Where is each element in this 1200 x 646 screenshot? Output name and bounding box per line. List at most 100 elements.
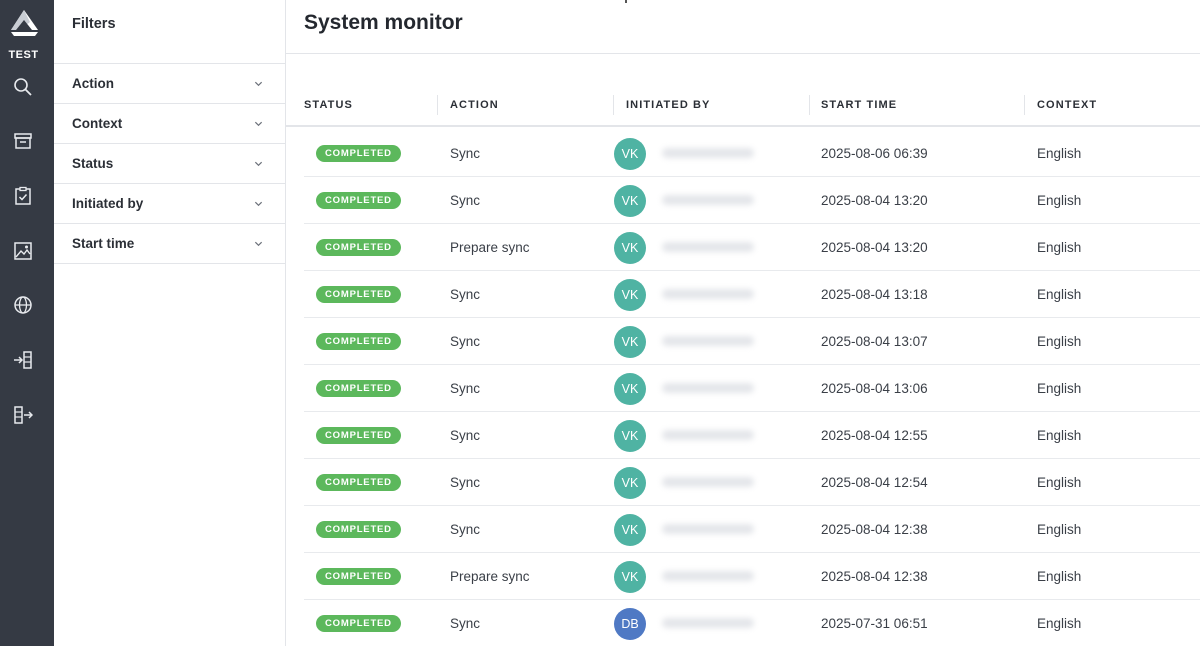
action-cell: Sync	[450, 428, 481, 443]
action-cell: Sync	[450, 616, 481, 631]
status-badge: COMPLETED	[316, 333, 401, 350]
redacted-user-name	[662, 289, 754, 299]
column-header-start-time[interactable]: START TIME	[821, 82, 897, 127]
start-time-cell: 2025-08-04 12:38	[821, 522, 928, 537]
column-header-initiated-by[interactable]: INITIATED BY	[626, 82, 711, 127]
action-cell: Sync	[450, 334, 481, 349]
context-cell: English	[1037, 287, 1082, 302]
filter-label: Context	[72, 116, 123, 131]
redacted-user-name	[662, 148, 754, 158]
column-divider	[1024, 95, 1025, 115]
column-divider	[809, 95, 810, 115]
export-icon[interactable]	[10, 402, 36, 428]
column-header-action[interactable]: ACTION	[450, 82, 499, 127]
redacted-user-name	[662, 618, 754, 628]
avatar: VK	[614, 185, 646, 217]
avatar: VK	[614, 561, 646, 593]
status-badge: COMPLETED	[316, 380, 401, 397]
context-cell: English	[1037, 193, 1082, 208]
status-badge: COMPLETED	[316, 474, 401, 491]
redacted-user-name	[662, 336, 754, 346]
status-badge: COMPLETED	[316, 239, 401, 256]
globe-icon[interactable]	[10, 292, 36, 318]
redacted-user-name	[662, 524, 754, 534]
status-badge: COMPLETED	[316, 521, 401, 538]
status-badge: COMPLETED	[316, 568, 401, 585]
chevron-down-icon	[254, 201, 263, 207]
avatar: VK	[614, 232, 646, 264]
context-cell: English	[1037, 522, 1082, 537]
table-row[interactable]: COMPLETED Prepare sync VK 2025-08-04 12:38 E…	[304, 553, 1200, 600]
avatar: VK	[614, 279, 646, 311]
table-row[interactable]: COMPLETED Sync VK 2025-08-04 13:20 English	[304, 177, 1200, 224]
import-icon[interactable]	[10, 347, 36, 373]
filter-label: Action	[72, 76, 114, 91]
main-content: System monitor STATUS ACTION INITIATED B…	[286, 0, 1200, 646]
action-cell: Sync	[450, 475, 481, 490]
logo-text: TEST	[8, 49, 39, 61]
logo-icon	[11, 10, 38, 36]
redacted-user-name	[662, 383, 754, 393]
column-header-status[interactable]: STATUS	[304, 82, 353, 127]
chevron-down-icon	[254, 241, 263, 247]
context-cell: English	[1037, 146, 1082, 161]
table-row[interactable]: COMPLETED Sync DB 2025-07-31 06:51 English	[304, 600, 1200, 646]
page-title: System monitor	[304, 11, 463, 34]
avatar: VK	[614, 326, 646, 358]
start-time-cell: 2025-08-04 12:54	[821, 475, 928, 490]
filter-context[interactable]: Context	[54, 104, 285, 144]
action-cell: Prepare sync	[450, 569, 530, 584]
chevron-down-icon	[254, 81, 263, 87]
table-row[interactable]: COMPLETED Sync VK 2025-08-04 13:18 English	[304, 271, 1200, 318]
status-badge: COMPLETED	[316, 286, 401, 303]
table-body: COMPLETED Sync VK 2025-08-06 06:39 English CO…	[304, 130, 1200, 646]
filter-action[interactable]: Action	[54, 64, 285, 104]
table-row[interactable]: COMPLETED Sync VK 2025-08-04 12:38 English	[304, 506, 1200, 553]
context-cell: English	[1037, 475, 1082, 490]
start-time-cell: 2025-08-04 13:20	[821, 240, 928, 255]
start-time-cell: 2025-08-04 12:55	[821, 428, 928, 443]
avatar: VK	[614, 514, 646, 546]
table-row[interactable]: COMPLETED Sync VK 2025-08-06 06:39 English	[304, 130, 1200, 177]
context-cell: English	[1037, 334, 1082, 349]
start-time-cell: 2025-07-31 06:51	[821, 616, 928, 631]
filter-initiated-by[interactable]: Initiated by	[54, 184, 285, 224]
start-time-cell: 2025-08-06 06:39	[821, 146, 928, 161]
filter-status[interactable]: Status	[54, 144, 285, 184]
redacted-user-name	[662, 242, 754, 252]
filter-label: Start time	[72, 236, 135, 251]
status-badge: COMPLETED	[316, 615, 401, 632]
start-time-cell: 2025-08-04 13:20	[821, 193, 928, 208]
column-divider	[437, 95, 438, 115]
search-icon[interactable]	[10, 74, 36, 100]
column-divider	[613, 95, 614, 115]
redacted-user-name	[662, 571, 754, 581]
avatar: DB	[614, 608, 646, 640]
table-row[interactable]: COMPLETED Sync VK 2025-08-04 12:54 English	[304, 459, 1200, 506]
context-cell: English	[1037, 428, 1082, 443]
avatar: VK	[614, 373, 646, 405]
table-row[interactable]: COMPLETED Prepare sync VK 2025-08-04 13:20 E…	[304, 224, 1200, 271]
divider	[625, 0, 627, 3]
avatar: VK	[614, 138, 646, 170]
filter-start-time[interactable]: Start time	[54, 224, 285, 264]
start-time-cell: 2025-08-04 13:07	[821, 334, 928, 349]
context-cell: English	[1037, 569, 1082, 584]
filters-panel: Filters Action Context Status Initiated …	[54, 0, 286, 646]
action-cell: Prepare sync	[450, 240, 530, 255]
redacted-user-name	[662, 195, 754, 205]
status-badge: COMPLETED	[316, 145, 401, 162]
archive-icon[interactable]	[10, 128, 36, 154]
action-cell: Sync	[450, 287, 481, 302]
action-cell: Sync	[450, 193, 481, 208]
redacted-user-name	[662, 430, 754, 440]
app-logo[interactable]: TEST	[0, 8, 54, 61]
table-row[interactable]: COMPLETED Sync VK 2025-08-04 13:07 English	[304, 318, 1200, 365]
column-header-context[interactable]: CONTEXT	[1037, 82, 1097, 127]
clipboard-check-icon[interactable]	[10, 183, 36, 209]
filter-list: Action Context Status Initiated by Start…	[54, 63, 285, 264]
redacted-user-name	[662, 477, 754, 487]
image-icon[interactable]	[10, 238, 36, 264]
table-row[interactable]: COMPLETED Sync VK 2025-08-04 13:06 English	[304, 365, 1200, 412]
table-row[interactable]: COMPLETED Sync VK 2025-08-04 12:55 English	[304, 412, 1200, 459]
